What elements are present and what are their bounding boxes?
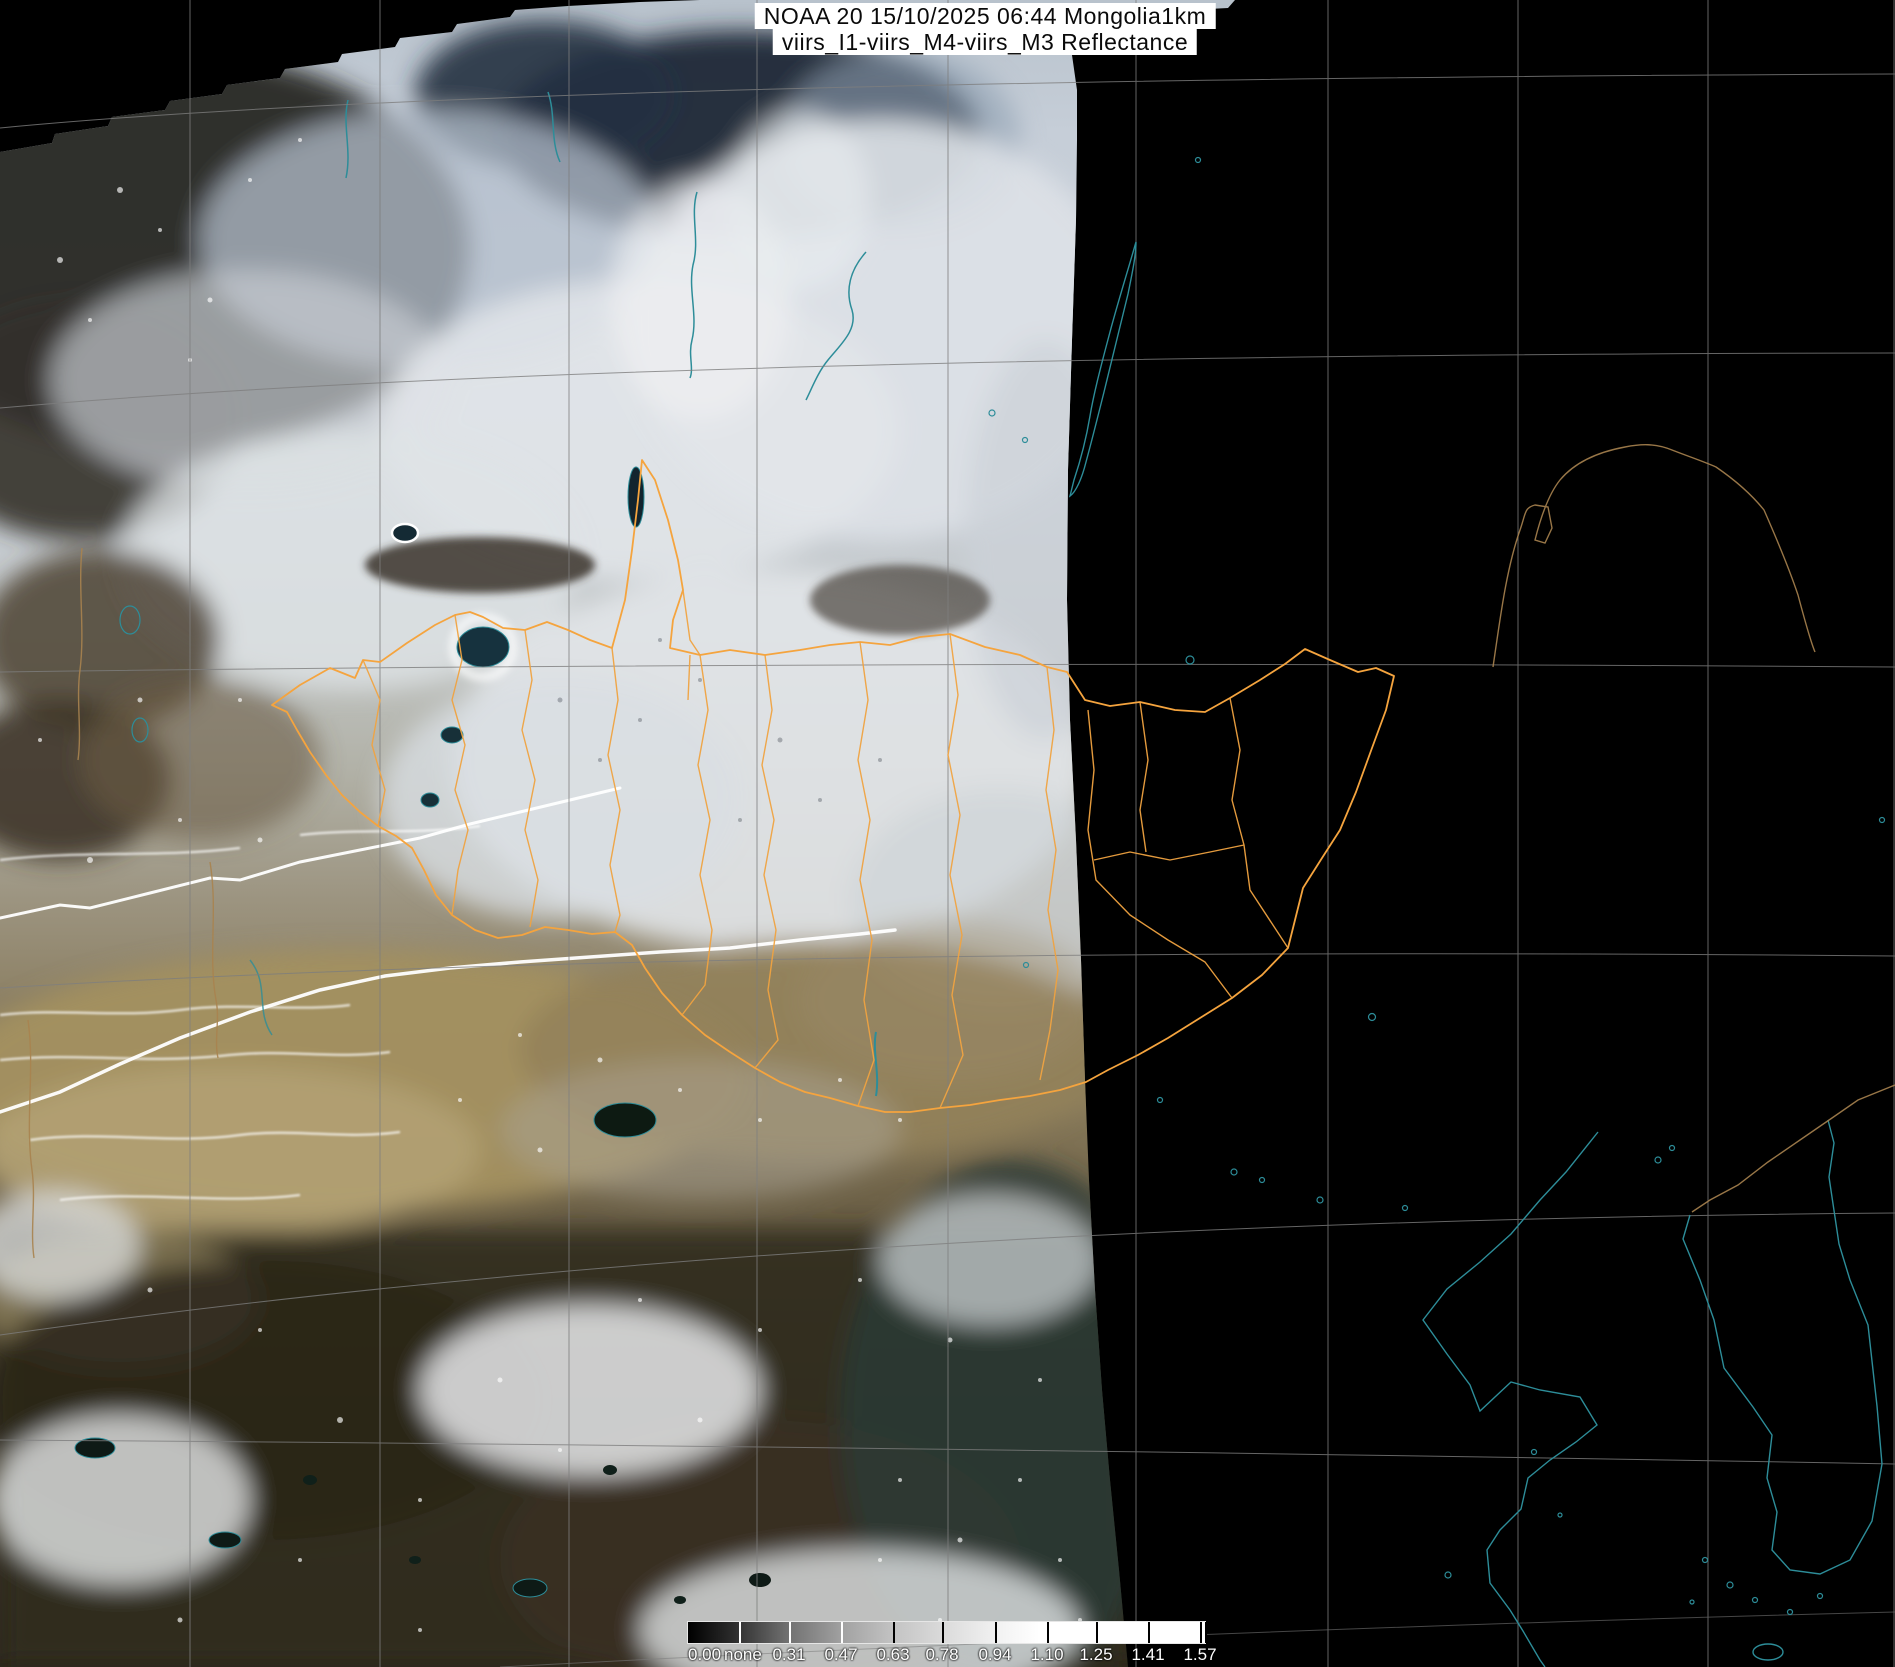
colorbar-tick-label: 0.94 xyxy=(978,1645,1011,1665)
colorbar-tick xyxy=(1148,1622,1150,1643)
title-line-1: NOAA 20 15/10/2025 06:44 Mongolia1km xyxy=(755,3,1216,29)
colorbar-tick-label: 0.78 xyxy=(925,1645,958,1665)
colorbar-tick xyxy=(739,1622,741,1643)
mountain-lake xyxy=(392,524,418,542)
colorbar-tick xyxy=(942,1622,944,1643)
colorbar-tick-label: 0.63 xyxy=(876,1645,909,1665)
colorbar-tick xyxy=(841,1622,843,1643)
colorbar-unit-label: none xyxy=(724,1645,762,1665)
colorbar-tick xyxy=(1096,1622,1098,1643)
colorbar-tick-label: 1.25 xyxy=(1079,1645,1112,1665)
colorbar-tick-label: 0.47 xyxy=(824,1645,857,1665)
uvs-lake xyxy=(457,627,509,667)
map-viewport[interactable]: NOAA 20 15/10/2025 06:44 Mongolia1km vii… xyxy=(0,0,1895,1667)
title-line-2: viirs_I1-viirs_M4-viirs_M3 Reflectance xyxy=(773,29,1197,55)
colorbar-tick-label: 1.57 xyxy=(1183,1645,1216,1665)
satellite-map-canvas xyxy=(0,0,1895,1667)
colorbar-tick xyxy=(789,1622,791,1643)
colorbar-labels: 0.00 none 0.31 0.47 0.63 0.78 0.94 1.10 1.25 1.… xyxy=(688,1645,1228,1665)
colorbar-tick xyxy=(995,1622,997,1643)
colorbar-gradient xyxy=(688,1622,1205,1643)
reflectance-colorbar: 0.00 none 0.31 0.47 0.63 0.78 0.94 1.10 1.25 1.… xyxy=(688,1622,1228,1665)
colorbar-tick xyxy=(1200,1622,1202,1643)
colorbar-tick-label: 0.31 xyxy=(772,1645,805,1665)
colorbar-tick xyxy=(1047,1622,1049,1643)
colorbar-tick xyxy=(1205,1622,1207,1643)
colorbar-min-label: 0.00 xyxy=(688,1645,721,1665)
colorbar-tick-label: 1.41 xyxy=(1131,1645,1164,1665)
bosten-lake xyxy=(594,1103,656,1137)
colorbar-tick xyxy=(893,1622,895,1643)
mountain-ridge-band xyxy=(365,537,595,593)
colorbar-tick-label: 1.10 xyxy=(1030,1645,1063,1665)
map-title-overlay: NOAA 20 15/10/2025 06:44 Mongolia1km vii… xyxy=(755,3,1216,55)
